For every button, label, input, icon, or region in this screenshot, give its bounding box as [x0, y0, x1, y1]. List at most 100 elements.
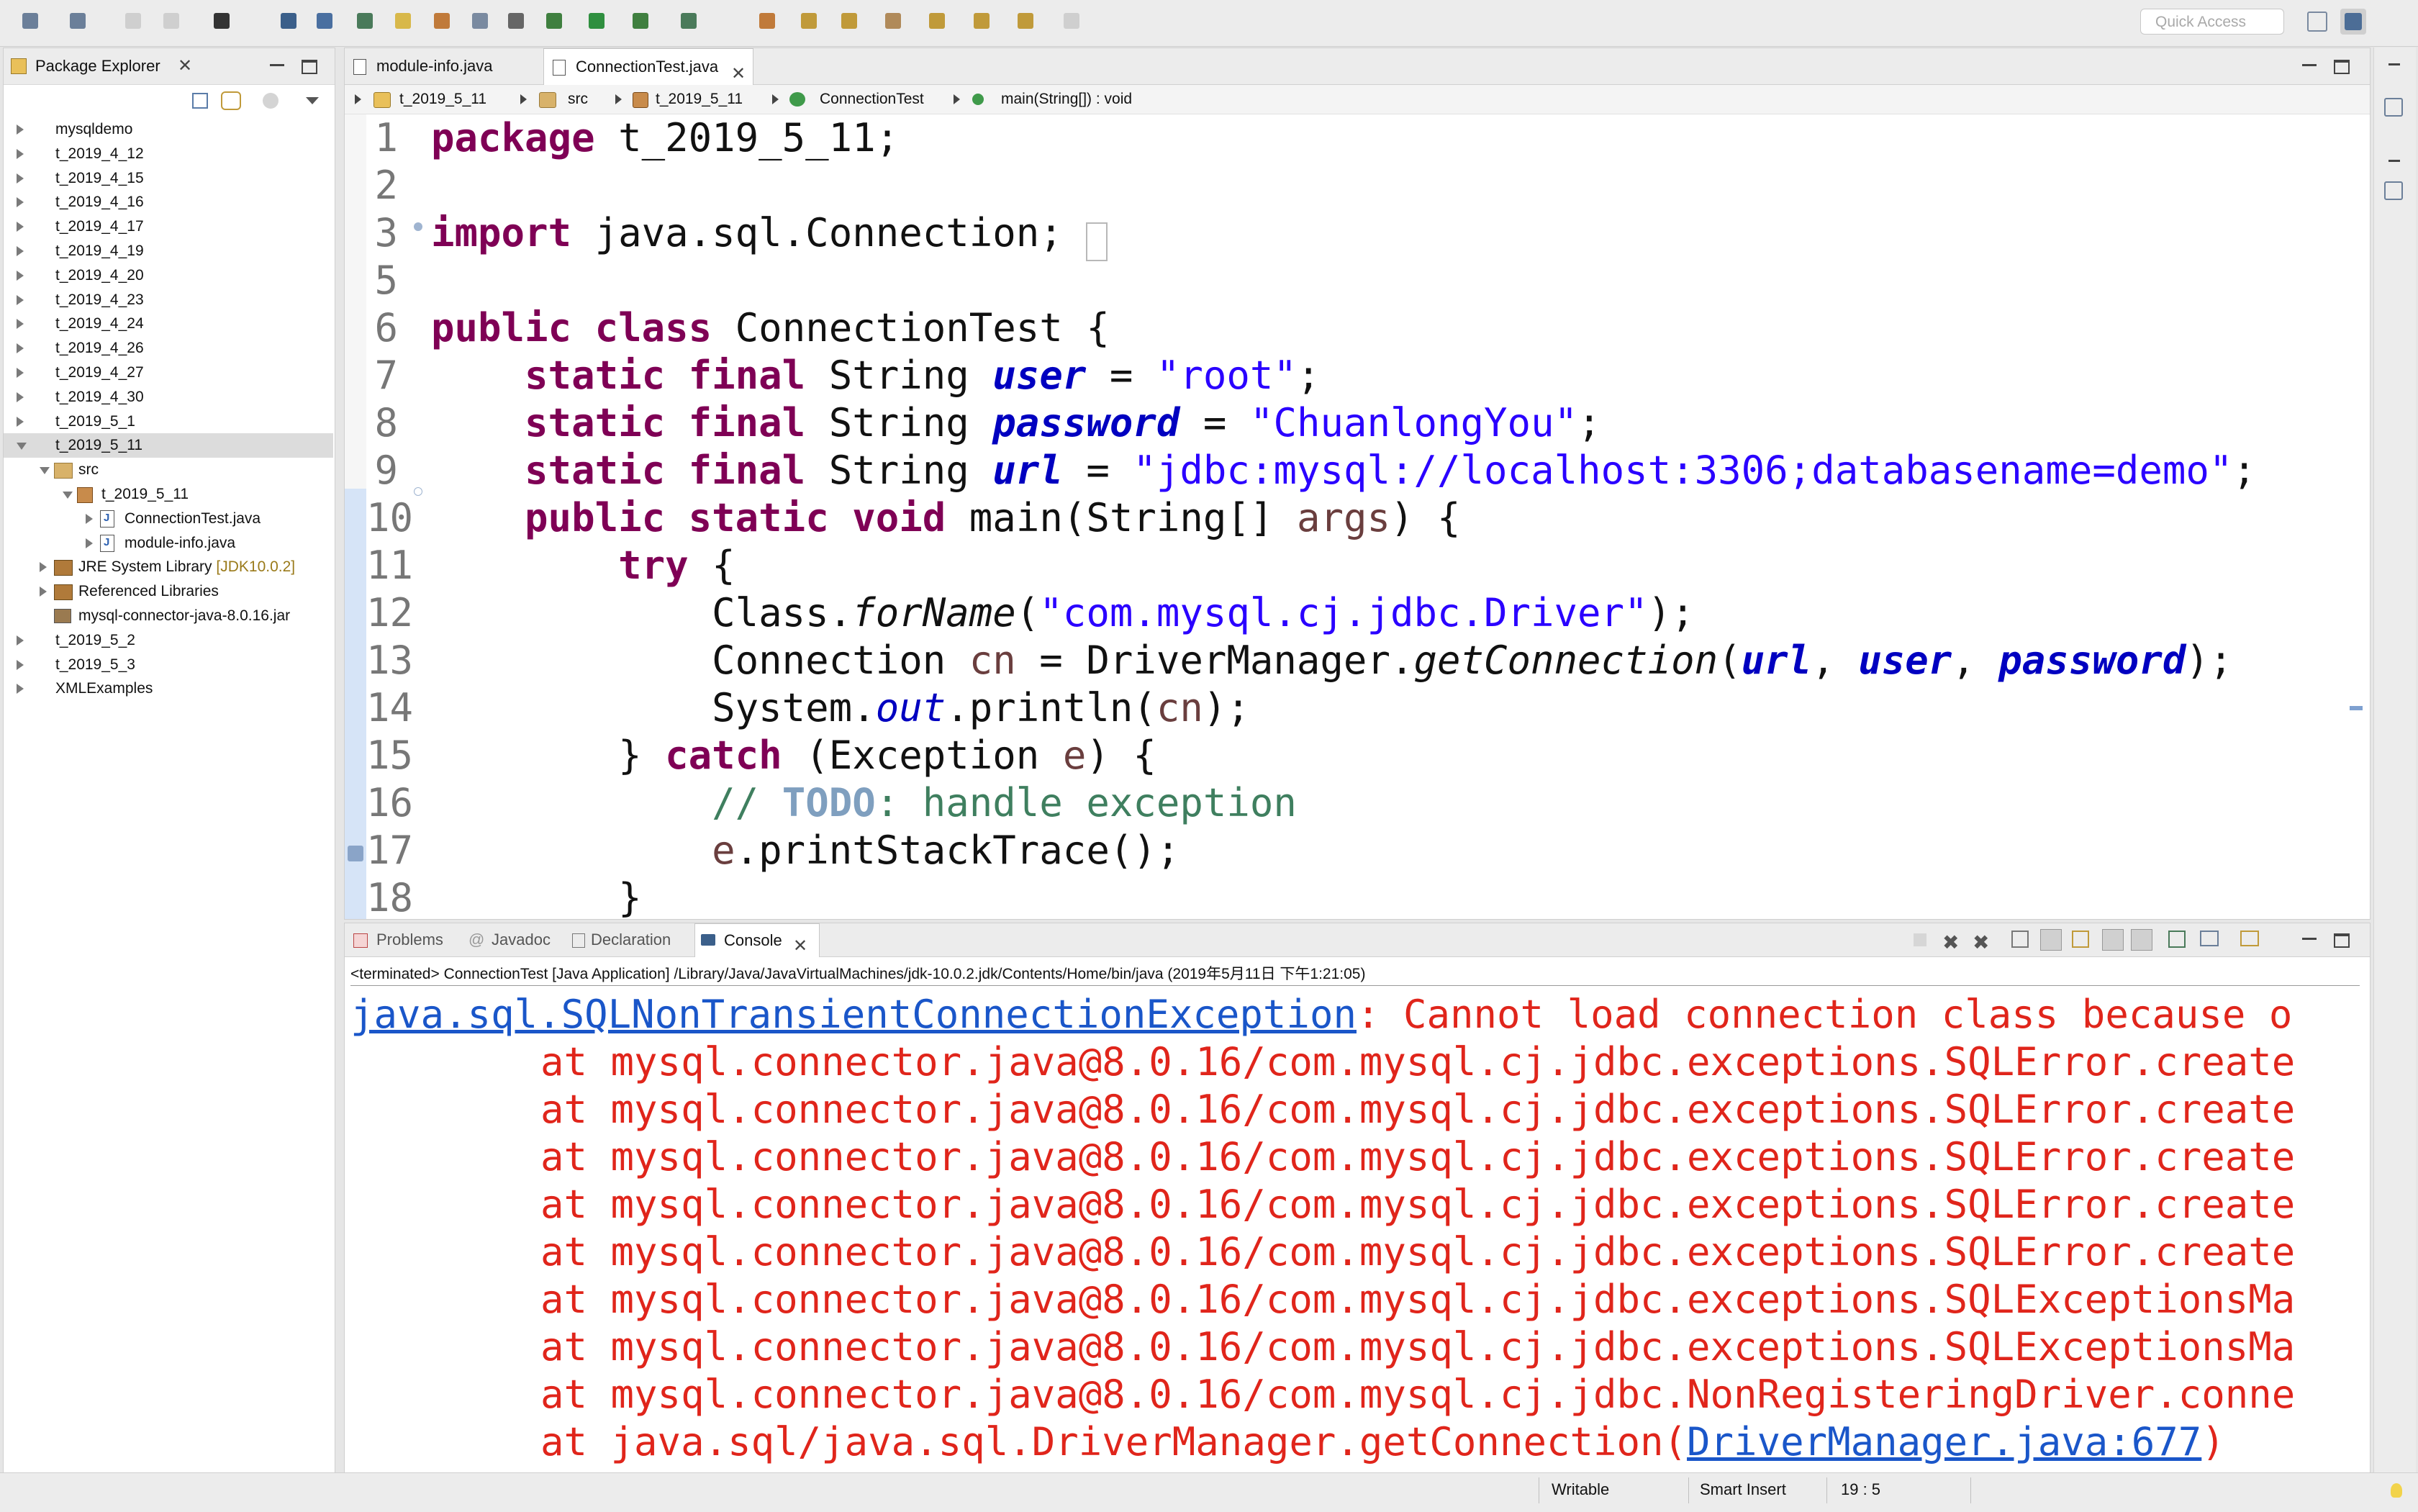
collapsed-arrow-icon[interactable]: [17, 197, 24, 208]
tree-item[interactable]: t_2019_4_23: [4, 288, 333, 312]
fold-collapse-icon[interactable]: [414, 487, 422, 496]
pen-icon[interactable]: [392, 10, 415, 33]
fold-expand-icon[interactable]: [414, 222, 422, 231]
show-stderr-icon[interactable]: [2131, 929, 2152, 951]
tree-item[interactable]: XMLExamples: [4, 676, 333, 701]
code-editor[interactable]: 1 package t_2019_5_11; 2 3 import java.sql.C…: [345, 114, 2370, 919]
remove-all-icon[interactable]: ✖: [1973, 926, 1989, 959]
tree-item[interactable]: mysqldemo: [4, 117, 333, 142]
collapsed-arrow-icon[interactable]: [17, 246, 24, 256]
expanded-arrow-icon[interactable]: [17, 443, 27, 451]
tree-item[interactable]: mysql-connector-java-8.0.16.jar: [4, 604, 333, 628]
word-wrap-icon[interactable]: [2072, 931, 2089, 948]
tree-item[interactable]: JRE System Library [JDK10.0.2]: [4, 555, 333, 579]
focus-icon[interactable]: [263, 93, 279, 109]
tree-item[interactable]: t_2019_4_26: [4, 336, 333, 361]
collapsed-arrow-icon[interactable]: [86, 513, 93, 524]
tree-item[interactable]: Referenced Libraries: [4, 579, 333, 604]
breadcrumb-project[interactable]: t_2019_5_11: [399, 85, 486, 114]
save-icon[interactable]: [122, 10, 145, 33]
tab-problems[interactable]: Problems: [349, 923, 457, 956]
debug-icon[interactable]: [543, 10, 566, 33]
minimize-icon[interactable]: [270, 64, 284, 66]
collapsed-arrow-icon[interactable]: [17, 635, 24, 646]
tree-item[interactable]: t_2019_5_11: [4, 482, 333, 507]
tree-item[interactable]: t_2019_5_3: [4, 653, 333, 677]
collapsed-arrow-icon[interactable]: [17, 343, 24, 354]
task-list-icon[interactable]: [2384, 98, 2403, 117]
collapse-all-icon[interactable]: [192, 93, 208, 109]
maximize-icon[interactable]: [302, 60, 317, 74]
quick-access-input[interactable]: Quick Access: [2140, 9, 2284, 35]
expanded-arrow-icon[interactable]: [40, 467, 50, 475]
restore-icon[interactable]: [2388, 63, 2400, 65]
breadcrumb-method[interactable]: main(String[]) : void: [1001, 85, 1132, 114]
tab-javadoc[interactable]: @ Javadoc: [464, 923, 565, 956]
collapsed-arrow-icon[interactable]: [17, 684, 24, 694]
collapsed-arrow-icon[interactable]: [17, 294, 24, 305]
user-icon[interactable]: [211, 10, 234, 33]
tab-connection-test[interactable]: ConnectionTest.java ✕: [543, 48, 753, 86]
breadcrumb-class[interactable]: ConnectionTest: [820, 85, 924, 114]
refactor-icon[interactable]: [469, 10, 492, 33]
save-all-icon[interactable]: [160, 10, 184, 33]
restore-icon[interactable]: [2388, 160, 2400, 162]
collapsed-arrow-icon[interactable]: [40, 587, 47, 597]
open-perspective-icon[interactable]: [2307, 12, 2327, 32]
tree-item[interactable]: t_2019_5_2: [4, 628, 333, 653]
terminal-icon[interactable]: [278, 10, 301, 33]
tree-item[interactable]: t_2019_5_11: [4, 433, 333, 458]
collapsed-arrow-icon[interactable]: [17, 319, 24, 330]
select-icon[interactable]: [314, 10, 337, 33]
coverage-icon[interactable]: [678, 10, 701, 33]
minimize-icon[interactable]: [2302, 938, 2317, 940]
collapsed-arrow-icon[interactable]: [40, 562, 47, 573]
scroll-lock-icon[interactable]: [2040, 929, 2062, 951]
collapsed-arrow-icon[interactable]: [17, 416, 24, 427]
collapsed-arrow-icon[interactable]: [17, 270, 24, 281]
tree-item[interactable]: src: [4, 458, 333, 482]
java-perspective-icon[interactable]: [2340, 9, 2366, 35]
prev-annotation-icon[interactable]: [971, 10, 994, 33]
tree-item[interactable]: ConnectionTest.java: [4, 506, 333, 531]
tab-console[interactable]: Console ✕: [694, 923, 820, 957]
collapsed-arrow-icon[interactable]: [17, 222, 24, 232]
pin-console-icon[interactable]: [2168, 931, 2186, 948]
tree-item[interactable]: t_2019_4_24: [4, 312, 333, 336]
next-annotation-icon[interactable]: [926, 10, 949, 33]
tree-item[interactable]: t_2019_4_30: [4, 385, 333, 409]
close-icon[interactable]: ✕: [178, 55, 192, 76]
tree-item[interactable]: t_2019_4_16: [4, 190, 333, 214]
expanded-arrow-icon[interactable]: [63, 492, 73, 499]
display-console-icon[interactable]: [2200, 931, 2219, 946]
collapsed-arrow-icon[interactable]: [17, 368, 24, 378]
close-icon[interactable]: ✕: [793, 930, 807, 963]
collapsed-import-box[interactable]: [1086, 222, 1108, 261]
new-icon[interactable]: [19, 10, 42, 33]
forward-icon[interactable]: [1061, 10, 1084, 33]
tree-item[interactable]: t_2019_4_19: [4, 239, 333, 263]
source-link[interactable]: DriverManager.java:677: [1687, 1419, 2201, 1465]
collapsed-arrow-icon[interactable]: [86, 538, 93, 548]
collapsed-arrow-icon[interactable]: [17, 659, 24, 670]
back-icon[interactable]: [1015, 10, 1038, 33]
link-with-editor-icon[interactable]: [221, 91, 241, 110]
open-type-icon[interactable]: [798, 10, 821, 33]
new-java-icon[interactable]: [67, 10, 90, 33]
collapsed-arrow-icon[interactable]: [17, 125, 24, 135]
open-folder-icon[interactable]: [838, 10, 861, 33]
tree-item[interactable]: module-info.java: [4, 530, 333, 556]
breadcrumb-src[interactable]: src: [568, 85, 588, 114]
collapsed-arrow-icon[interactable]: [17, 391, 24, 402]
view-menu-icon[interactable]: [306, 97, 319, 104]
filter-icon[interactable]: [354, 10, 377, 33]
breadcrumb-package[interactable]: t_2019_5_11: [656, 85, 743, 114]
tree-item[interactable]: t_2019_4_15: [4, 166, 333, 191]
package-explorer-title[interactable]: Package Explorer: [35, 48, 160, 84]
tree-item[interactable]: t_2019_5_1: [4, 409, 333, 434]
collapsed-arrow-icon[interactable]: [17, 148, 24, 159]
outline-icon[interactable]: [2384, 181, 2403, 200]
show-stdout-icon[interactable]: [2102, 929, 2124, 951]
open-console-icon[interactable]: [2240, 931, 2259, 946]
build-icon[interactable]: [431, 10, 454, 33]
